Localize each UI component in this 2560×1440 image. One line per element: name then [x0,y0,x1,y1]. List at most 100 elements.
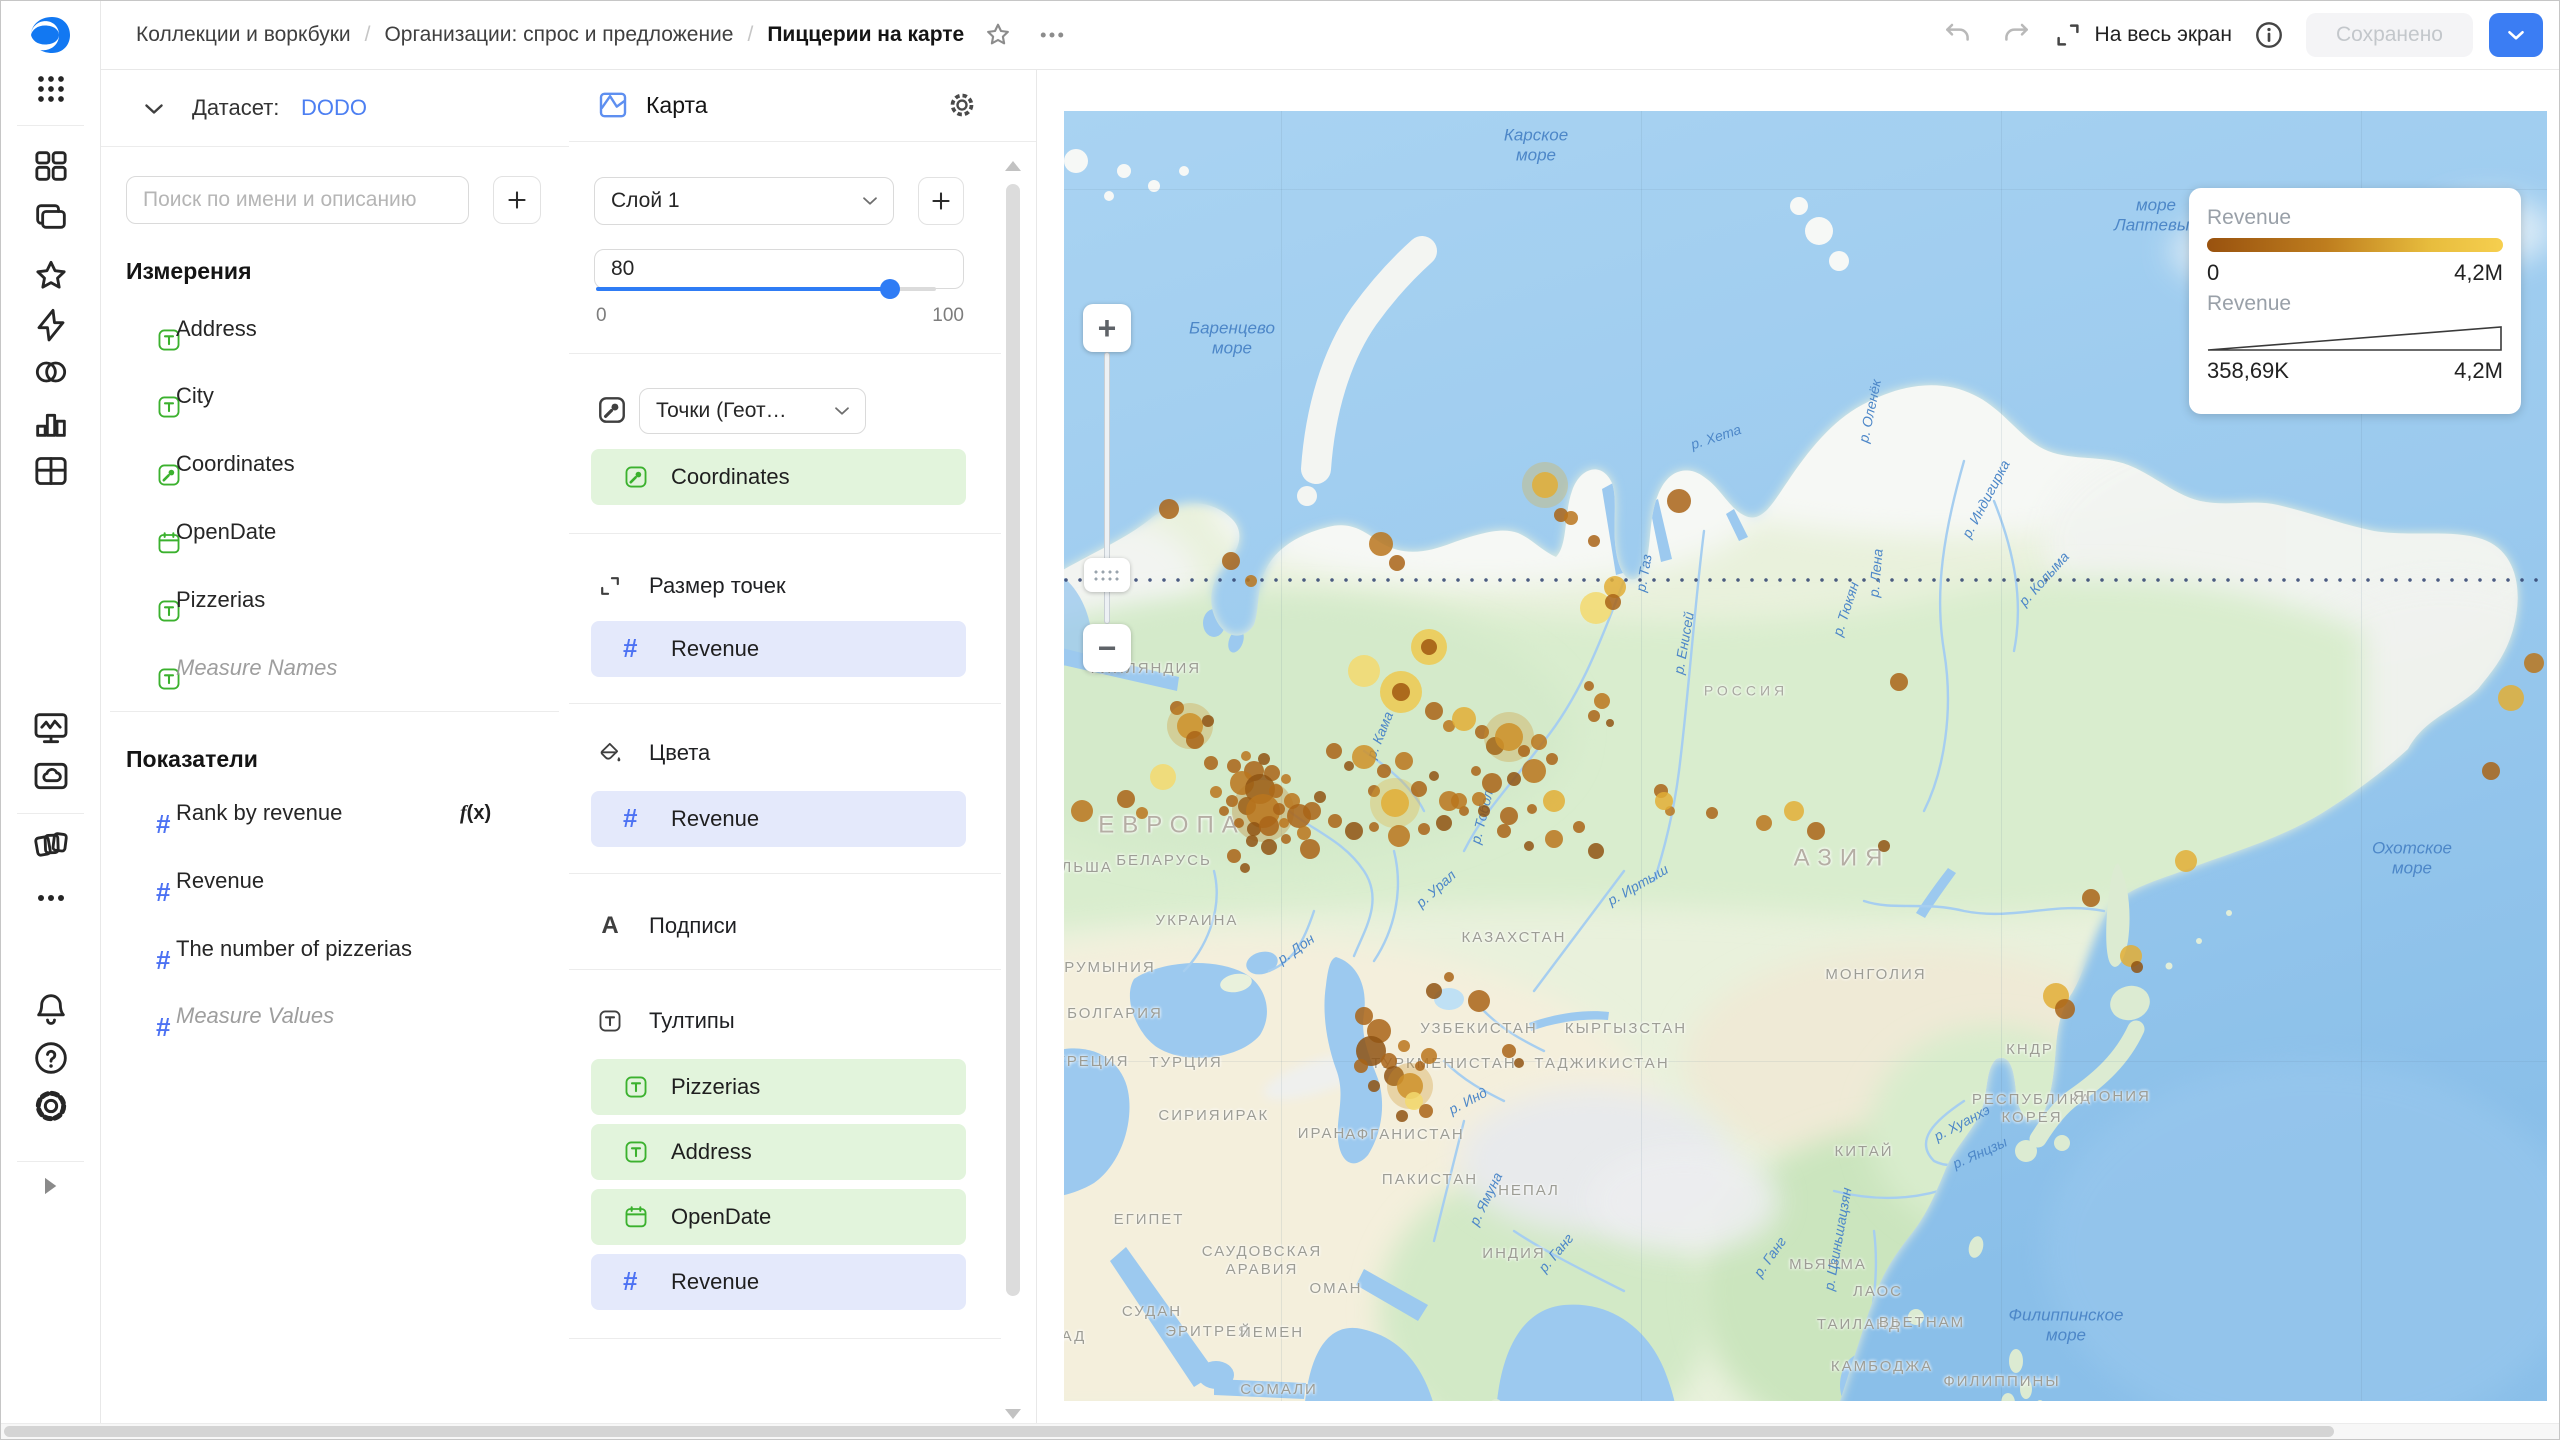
map-bubble[interactable] [1117,790,1135,808]
map-bubble[interactable] [1436,815,1452,831]
placed-field-coordinates[interactable]: Coordinates [591,449,966,505]
map-bubble[interactable] [2055,999,2075,1019]
layer-opacity-input[interactable]: 80 [594,249,964,289]
geotype-select[interactable]: Точки (Геот… [639,388,866,434]
placed-field-address[interactable]: Address [591,1124,966,1180]
map-canvas[interactable]: Карское мореморе ЛаптевыхБаренцево мореО… [1064,111,2547,1401]
map-bubble[interactable] [1564,511,1578,525]
map-bubble[interactable] [1395,752,1413,770]
placed-field-opendate[interactable]: OpenDate [591,1189,966,1245]
map-bubble[interactable] [1328,814,1342,828]
map-bubble[interactable] [2175,850,2197,872]
map-bubble[interactable] [1261,839,1277,855]
map-bubble[interactable] [1890,673,1908,691]
map-bubble[interactable] [2082,889,2100,907]
map-bubble[interactable] [1345,822,1363,840]
chevron-down-icon[interactable] [140,95,168,123]
placed-field-revenue[interactable]: #Revenue [591,791,966,847]
datalens-logo-icon[interactable] [17,11,81,59]
breadcrumb-collections[interactable]: Коллекции и воркбуки [136,23,351,47]
map-bubble[interactable] [1389,555,1405,571]
map-bubble[interactable] [1655,792,1673,810]
add-layer-button[interactable] [918,177,964,225]
map-bubble[interactable] [1429,771,1439,781]
map-bubble[interactable] [1543,790,1565,812]
map-bubble[interactable] [1186,731,1204,749]
map-bubble[interactable] [1241,751,1251,761]
nav-tables-icon[interactable] [29,449,73,493]
panel-scroll-down[interactable] [1005,1409,1021,1419]
measure-field-revenue[interactable]: #Revenue [100,857,555,905]
map-bubble[interactable] [1136,807,1148,819]
map-bubble[interactable] [1381,789,1409,817]
settings-icon[interactable] [29,1084,73,1128]
opacity-slider-track[interactable] [596,287,890,291]
map-bubble[interactable] [1468,990,1490,1012]
map-bubble[interactable] [1425,702,1443,720]
dimension-field-coordinates[interactable]: Coordinates [100,440,555,488]
map-zoom-slider-handle[interactable] [1084,558,1130,592]
breadcrumb-workbook[interactable]: Организации: спрос и предложение [384,23,733,47]
map-bubble[interactable] [1807,822,1825,840]
dimension-field-address[interactable]: Address [100,305,555,353]
map-bubble[interactable] [1396,1110,1408,1122]
undo-icon[interactable] [1937,14,1979,56]
map-bubble[interactable] [1426,983,1442,999]
map-bubble[interactable] [1411,781,1427,797]
placed-field-revenue[interactable]: #Revenue [591,1254,966,1310]
map-bubble[interactable] [1482,773,1502,793]
nav-more-icon[interactable] [29,876,73,920]
map-bubble[interactable] [1605,594,1621,610]
map-bubble[interactable] [1222,552,1240,570]
map-bubble[interactable] [1377,764,1391,778]
map-bubble[interactable] [1588,535,1600,547]
nav-modules-icon[interactable] [29,824,73,868]
measure-field-measure-values[interactable]: #Measure Values [100,992,555,1040]
map-bubble[interactable] [1368,1080,1380,1092]
nav-connections-icon[interactable] [29,303,73,347]
map-bubble[interactable] [1281,834,1291,844]
nav-collections-icon[interactable] [29,197,73,241]
map-bubble[interactable] [1369,532,1393,556]
dimension-field-opendate[interactable]: OpenDate [100,508,555,556]
help-icon[interactable] [29,1036,73,1080]
map-bubble[interactable] [1451,793,1467,809]
notifications-icon[interactable] [29,987,73,1031]
map-bubble[interactable] [1514,1058,1524,1068]
map-bubble[interactable] [1246,835,1258,847]
map-bubble[interactable] [1273,803,1285,815]
map-bubble[interactable] [1471,766,1481,776]
map-bubble[interactable] [1159,499,1179,519]
search-input[interactable] [126,176,469,224]
expand-panel-icon[interactable] [35,1171,65,1197]
map-bubble[interactable] [1784,801,1804,821]
map-bubble[interactable] [1588,710,1600,722]
more-ellipsis-icon[interactable] [1032,15,1072,55]
map-bubble[interactable] [1667,489,1691,513]
map-bubble[interactable] [1878,840,1890,852]
map-bubble[interactable] [1204,756,1218,770]
map-bubble[interactable] [1421,639,1437,655]
layer-select[interactable]: Слой 1 [594,177,894,225]
map-bubble[interactable] [1418,823,1430,835]
map-bubble[interactable] [1706,807,1718,819]
map-bubble[interactable] [1398,1040,1410,1052]
measure-field-the-number-of-pizzerias[interactable]: #The number of pizzerias [100,925,555,973]
map-zoom-out-button[interactable]: − [1083,624,1131,672]
add-field-button[interactable] [493,176,541,224]
map-bubble[interactable] [1502,1044,1516,1058]
map-bubble[interactable] [1258,753,1270,765]
map-bubble[interactable] [2498,685,2524,711]
map-bubble[interactable] [1522,759,1546,783]
dimension-field-city[interactable]: City [100,372,555,420]
panel-scrollbar[interactable] [1006,184,1020,1296]
map-bubble[interactable] [1227,849,1241,863]
map-bubble[interactable] [1419,1104,1433,1118]
nav-storage-icon[interactable] [29,754,73,798]
map-bubble[interactable] [1202,715,1214,727]
nav-datasets-icon[interactable] [29,350,73,394]
map-bubble[interactable] [1071,800,1093,822]
nav-monitoring-icon[interactable] [29,706,73,750]
map-bubble[interactable] [1531,734,1547,750]
map-bubble[interactable] [1348,655,1380,687]
